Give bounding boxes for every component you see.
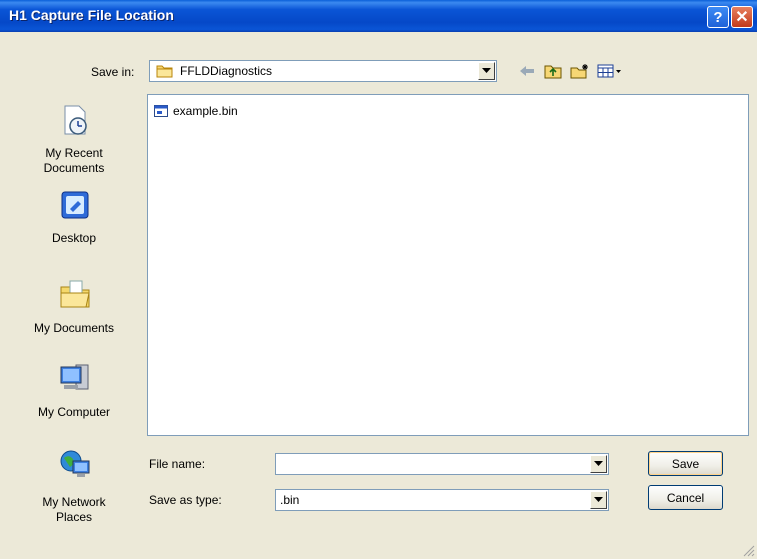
file-name-dropdown-arrow[interactable] [590,455,607,473]
new-folder-icon [570,64,588,79]
folder-icon [156,64,174,81]
my-documents-icon [58,277,92,311]
save-button-label: Save [671,456,700,471]
save-as-type-value: .bin [280,493,300,507]
place-label-my-computer: My Computer [37,405,111,419]
save-button[interactable]: Save [648,451,723,476]
file-name-field[interactable] [275,453,609,475]
bin-file-icon [153,103,169,119]
save-in-label: Save in: [91,65,135,79]
save-as-type-dropdown[interactable]: .bin [275,489,609,511]
file-name-input[interactable] [278,456,586,472]
up-folder-icon [544,65,562,79]
chevron-down-icon [594,461,603,466]
close-icon: ✕ [735,9,749,26]
chevron-down-icon [482,68,491,73]
title-bar[interactable]: H1 Capture File Location ? ✕ [0,0,757,32]
save-dialog: H1 Capture File Location ? ✕ Save in: FF… [0,0,757,559]
place-my-documents[interactable]: My Documents [14,273,134,343]
file-list[interactable]: example.bin [147,94,749,436]
dialog-title: H1 Capture File Location [9,7,174,23]
cancel-button[interactable]: Cancel [648,485,723,510]
list-item[interactable]: example.bin [153,103,238,119]
save-as-type-label: Save as type: [149,493,222,507]
recent-documents-icon [58,103,92,137]
save-in-dropdown-arrow[interactable] [478,62,495,80]
save-as-type-dropdown-arrow[interactable] [590,491,607,509]
place-label-recent: My Recent Documents [43,146,105,175]
network-places-icon [58,447,92,481]
close-button[interactable]: ✕ [731,6,753,28]
up-folder-button[interactable] [543,62,563,80]
place-network[interactable]: My Network Places [14,447,134,527]
save-in-value: FFLDDiagnostics [180,64,273,78]
back-button[interactable] [517,62,537,80]
help-button[interactable]: ? [707,6,729,28]
file-name-label: File name: [149,457,206,471]
place-desktop[interactable]: Desktop [14,187,134,249]
desktop-icon [58,189,92,223]
views-menu-button[interactable] [596,62,624,80]
back-arrow-icon [520,66,534,76]
place-label-network: My Network Places [42,495,106,524]
place-label-desktop: Desktop [51,231,97,245]
place-my-computer[interactable]: My Computer [14,357,134,427]
place-recent-documents[interactable]: My Recent Documents [14,95,134,180]
resize-grip-icon[interactable] [741,543,755,557]
my-computer-icon [58,361,92,395]
file-name: example.bin [173,104,238,118]
view-menu-icon [597,64,621,78]
cancel-button-label: Cancel [666,490,705,505]
place-label-my-documents: My Documents [33,321,115,335]
save-in-dropdown[interactable]: FFLDDiagnostics [149,60,497,82]
new-folder-button[interactable] [570,62,590,80]
help-icon: ? [713,8,723,26]
chevron-down-icon [594,497,603,502]
